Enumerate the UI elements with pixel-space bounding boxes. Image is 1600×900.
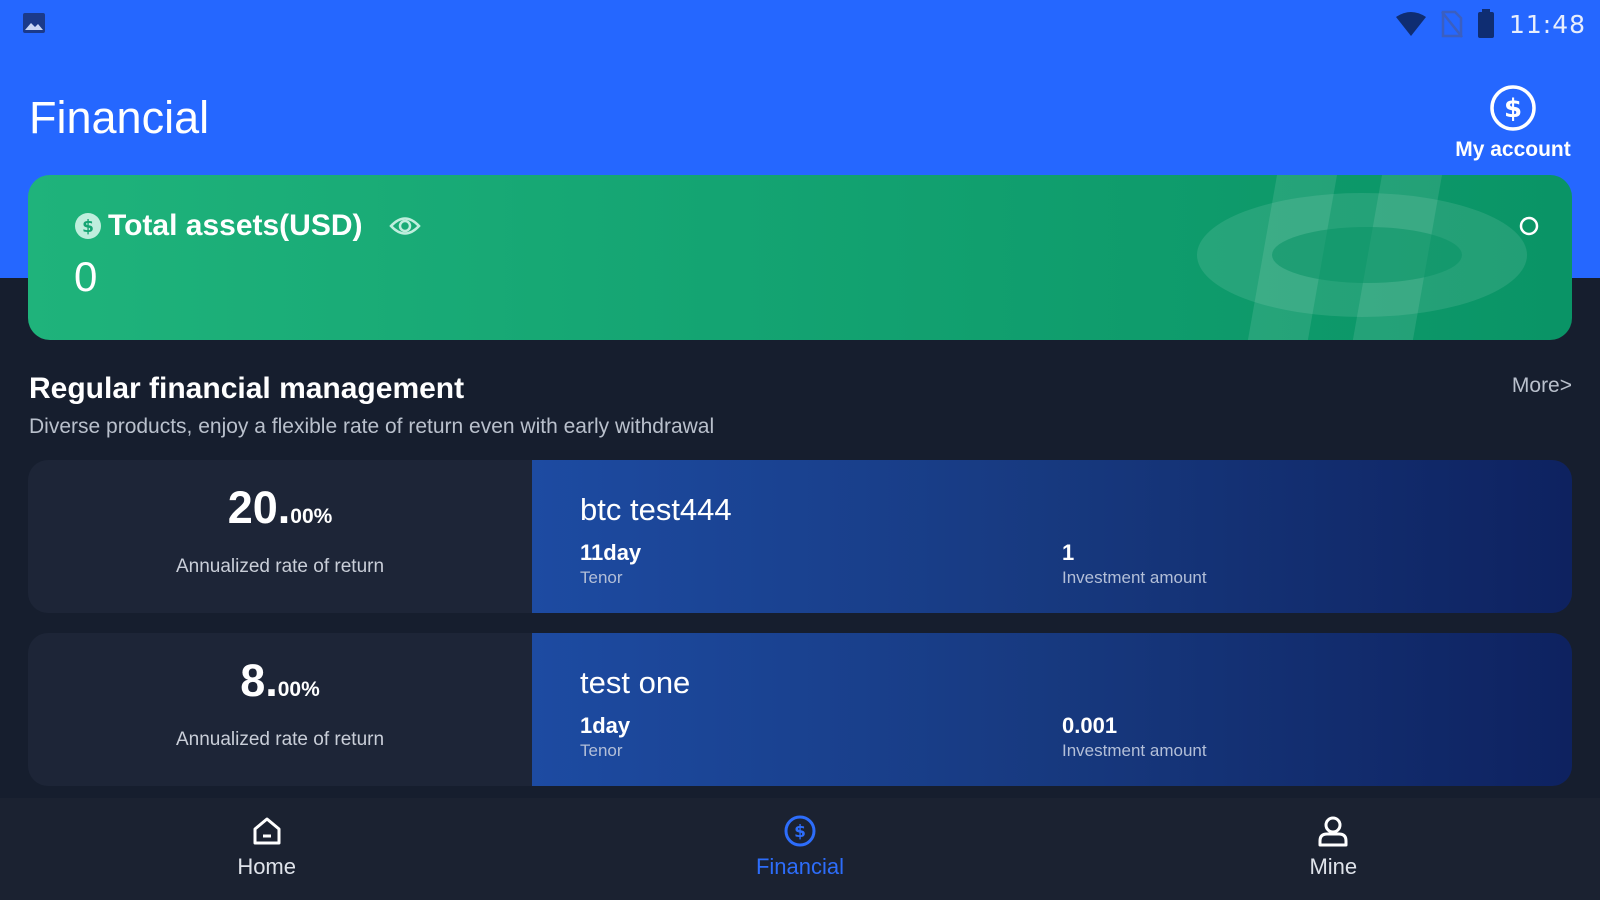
tenor-label: Tenor	[580, 741, 623, 760]
tenor-label: Tenor	[580, 568, 623, 587]
battery-icon	[1477, 9, 1494, 38]
rate-dot: .	[277, 482, 291, 533]
nav-item-financial[interactable]: $ Financial	[533, 798, 1066, 900]
image-icon	[23, 13, 45, 33]
my-account-button[interactable]: $ My account	[1454, 84, 1572, 162]
rate-label: Annualized rate of return	[175, 729, 385, 750]
product-card[interactable]: 20.00% Annualized rate of return btc tes…	[28, 460, 1572, 613]
investment-amount-label: Investment amount	[1062, 568, 1207, 587]
investment-amount-value: 0.001	[1062, 713, 1118, 738]
total-assets-label: Total assets(USD)	[108, 209, 363, 242]
rate-dot: .	[265, 655, 278, 706]
dollar-watermark-icon	[1197, 175, 1527, 340]
more-link[interactable]: More>	[1512, 374, 1572, 398]
eye-icon[interactable]	[388, 215, 421, 237]
investment-amount-label: Investment amount	[1062, 741, 1207, 760]
wifi-icon	[1395, 12, 1426, 36]
my-account-label: My account	[1455, 138, 1571, 161]
total-assets-card: $ Total assets(USD) 0	[28, 175, 1572, 340]
product-rate-panel: 20.00% Annualized rate of return	[28, 460, 532, 613]
nav-item-home[interactable]: Home	[0, 798, 533, 900]
section-subtitle: Diverse products, enjoy a flexible rate …	[29, 415, 715, 438]
no-sim-icon	[1440, 10, 1463, 38]
rate-decimal: 00%	[290, 505, 333, 528]
user-icon	[1318, 816, 1348, 847]
status-bar: 11:48	[0, 0, 1600, 48]
dollar-circle-icon: $	[784, 815, 816, 847]
tenor-value: 1day	[580, 713, 631, 738]
product-card[interactable]: 8.00% Annualized rate of return test one…	[28, 633, 1572, 786]
nav-label-mine: Mine	[1309, 854, 1358, 879]
annualized-rate: 8.00%	[28, 655, 532, 707]
product-info-panel: test one 1day Tenor 0.001 Investment amo…	[532, 633, 1572, 786]
dollar-circle-icon: $	[75, 213, 101, 239]
rate-label: Annualized rate of return	[175, 556, 385, 577]
rate-integer: 20	[227, 482, 278, 533]
product-rate-panel: 8.00% Annualized rate of return	[28, 633, 532, 786]
product-info-panel: btc test444 11day Tenor 1 Investment amo…	[532, 460, 1572, 613]
svg-text:$: $	[82, 217, 94, 237]
status-time: 11:48	[1508, 9, 1586, 39]
bottom-nav: Home $ Financial Mine	[0, 798, 1600, 900]
rate-integer: 8	[240, 655, 266, 706]
status-icons: 11:48	[1395, 8, 1586, 40]
product-name: test one	[580, 665, 691, 700]
nav-label-home: Home	[237, 854, 296, 879]
total-assets-label-row: $ Total assets(USD)	[74, 209, 421, 243]
home-icon	[253, 817, 281, 845]
dollar-circle-icon: $	[1490, 85, 1536, 131]
tenor-value: 11day	[580, 540, 642, 565]
nav-label-financial: Financial	[755, 854, 845, 879]
svg-text:$: $	[794, 822, 806, 842]
section-title: Regular financial management	[29, 372, 465, 405]
rate-decimal: 00%	[277, 678, 320, 701]
svg-text:$: $	[1504, 94, 1522, 124]
product-name: btc test444	[580, 492, 732, 527]
page-title: Financial	[29, 92, 210, 143]
total-assets-value: 0	[74, 253, 98, 300]
nav-item-mine[interactable]: Mine	[1067, 798, 1600, 900]
annualized-rate: 20.00%	[28, 482, 532, 534]
refresh-icon[interactable]	[1518, 215, 1540, 237]
investment-amount-value: 1	[1062, 540, 1075, 565]
